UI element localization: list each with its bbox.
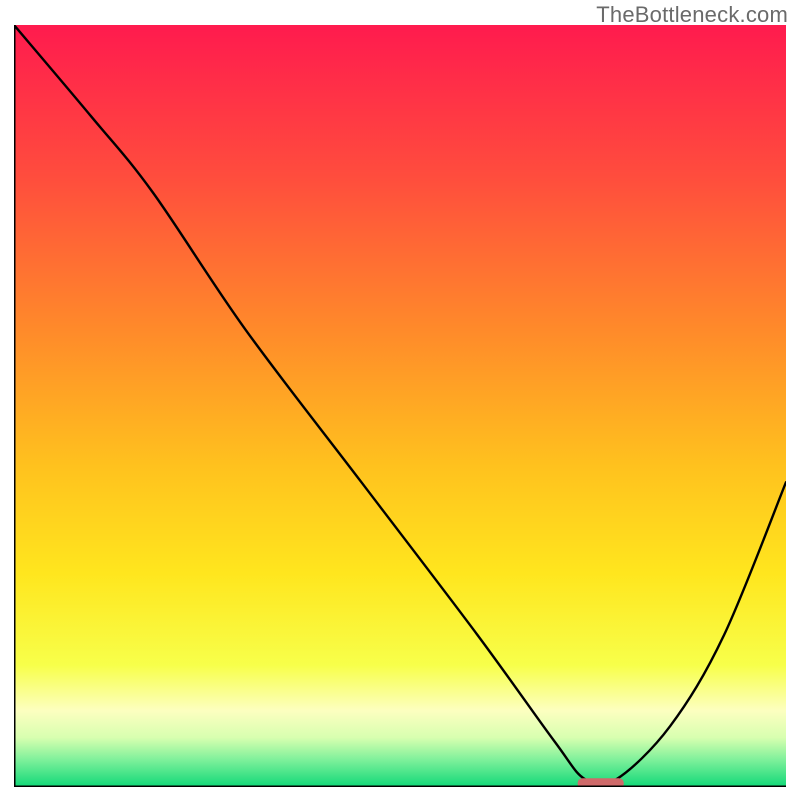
gradient-background	[14, 25, 786, 787]
bottleneck-curve-chart	[14, 25, 786, 787]
chart-container	[14, 25, 786, 787]
